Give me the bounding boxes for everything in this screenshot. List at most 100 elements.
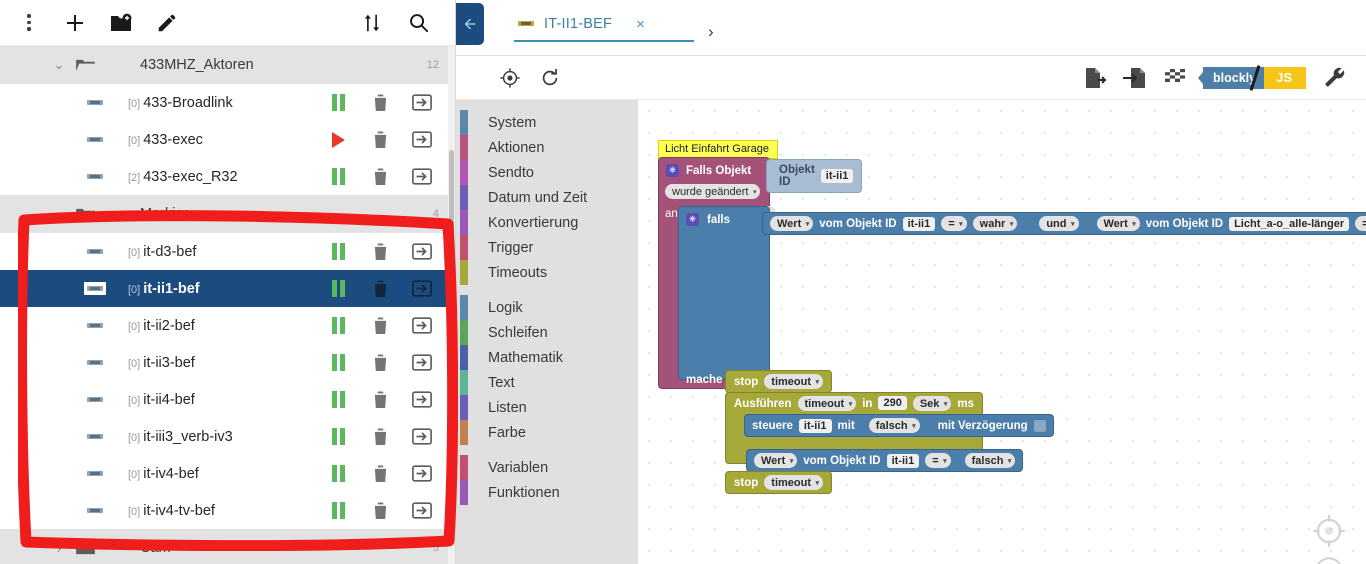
exec-value[interactable]: 290 — [878, 396, 907, 410]
delete-button[interactable] — [359, 271, 401, 307]
toolbox-category-aktionen[interactable]: Aktionen — [456, 135, 638, 160]
export-button[interactable] — [401, 122, 443, 158]
delete-button[interactable] — [359, 493, 401, 529]
trigger-mode-dropdown[interactable]: wurde geändert — [665, 184, 761, 199]
sort-button[interactable] — [349, 1, 395, 45]
block-object-id[interactable]: Objekt ID it-ii1 — [766, 159, 863, 193]
control-value-dropdown[interactable]: falsch — [868, 418, 920, 433]
block-stop-timeout-2[interactable]: stop timeout — [725, 471, 833, 494]
delete-button[interactable] — [359, 159, 401, 195]
close-icon[interactable]: × — [636, 16, 645, 33]
export-button[interactable] — [401, 382, 443, 418]
list-item[interactable]: [0] it-iv4-tv-bef — [0, 492, 455, 529]
settings-button[interactable] — [1314, 58, 1354, 98]
gear-icon[interactable]: ✷ — [666, 164, 679, 177]
delete-button[interactable] — [359, 382, 401, 418]
list-item[interactable]: [2] 433-exec_R32 — [0, 158, 455, 195]
center-blocks-button[interactable] — [490, 58, 530, 98]
pause-button[interactable] — [317, 345, 359, 381]
pause-button[interactable] — [317, 382, 359, 418]
cond1-objid[interactable]: it-ii1 — [902, 216, 936, 231]
pause-button[interactable] — [317, 419, 359, 455]
export-button[interactable] — [401, 85, 443, 121]
search-button[interactable] — [395, 1, 441, 45]
pause-button[interactable] — [317, 456, 359, 492]
export-button[interactable] — [401, 234, 443, 270]
toolbox-category-datum-und-zeit[interactable]: Datum und Zeit — [456, 185, 638, 210]
delete-button[interactable] — [359, 308, 401, 344]
block-condition-1[interactable]: Wert vom Objekt ID it-ii1 = wahr und Wer… — [762, 212, 1366, 235]
delete-button[interactable] — [359, 419, 401, 455]
cond3-value-dropdown[interactable]: Wert — [754, 453, 798, 468]
scrollbar-thumb[interactable] — [449, 150, 454, 374]
toolbox-category-konvertierung[interactable]: Konvertierung — [456, 210, 638, 235]
control-objid[interactable]: it-ii1 — [798, 418, 832, 433]
zoom-center-icon[interactable] — [1310, 512, 1348, 550]
list-item[interactable]: [0] 433-exec — [0, 121, 455, 158]
block-control-object[interactable]: steuere it-ii1 mit falsch mit Verzögerun… — [744, 414, 1054, 437]
block-if[interactable]: ✷ falls — [678, 206, 770, 380]
stop-timeout-dropdown-1[interactable]: timeout — [764, 374, 824, 389]
list-item[interactable]: [0] 433-Broadlink — [0, 84, 455, 121]
list-item[interactable]: [0] it-d3-bef — [0, 233, 455, 270]
blockly-workspace[interactable]: Licht Einfahrt Garage ✷ Falls Objekt wur… — [638, 100, 1366, 564]
more-options-button[interactable] — [6, 1, 52, 45]
exec-timeout-dropdown[interactable]: timeout — [797, 396, 857, 411]
list-item[interactable]: [0] it-ii2-bef — [0, 307, 455, 344]
export-button[interactable] — [401, 345, 443, 381]
pause-button[interactable] — [317, 159, 359, 195]
toolbox-category-mathematik[interactable]: Mathematik — [456, 345, 638, 370]
export-button[interactable] — [401, 493, 443, 529]
export-button[interactable] — [401, 456, 443, 492]
toolbox-category-trigger[interactable]: Trigger — [456, 235, 638, 260]
lang-js-label[interactable]: JS — [1264, 66, 1306, 89]
cond2-value-dropdown[interactable]: Wert — [1096, 216, 1140, 231]
chevron-down-icon[interactable]: ⌄ — [42, 57, 76, 73]
pause-button[interactable] — [317, 308, 359, 344]
pause-button[interactable] — [317, 234, 359, 270]
export-button[interactable] — [401, 271, 443, 307]
play-button[interactable] — [317, 122, 359, 158]
list-item[interactable]: [0] it-iv4-bef — [0, 455, 455, 492]
language-toggle[interactable]: blockly JS — [1198, 64, 1306, 91]
control-delay-checkbox[interactable] — [1033, 419, 1046, 432]
scrollbar-track[interactable] — [448, 46, 455, 564]
list-item[interactable]: [0] it-ii4-bef — [0, 381, 455, 418]
zoom-in-icon[interactable] — [1310, 552, 1348, 564]
block-condition-3[interactable]: Wert vom Objekt ID it-ii1 = falsch — [746, 449, 1024, 472]
edit-button[interactable] — [144, 1, 190, 45]
delete-button[interactable] — [359, 122, 401, 158]
delete-button[interactable] — [359, 456, 401, 492]
toolbox-category-variablen[interactable]: Variablen — [456, 455, 638, 480]
block-stop-timeout-1[interactable]: stop timeout — [725, 370, 833, 393]
folder-row-cam[interactable]: › Cam 5 — [0, 529, 455, 564]
pause-button[interactable] — [317, 85, 359, 121]
export-button[interactable] — [401, 308, 443, 344]
object-tree[interactable]: ⌄ 433MHZ_Aktoren 12 [0] 433-Broadlink [0… — [0, 46, 455, 564]
toolbox-category-text[interactable]: Text — [456, 370, 638, 395]
back-button[interactable] — [456, 3, 484, 45]
reload-button[interactable] — [530, 58, 570, 98]
cond1-compare[interactable]: wahr — [972, 216, 1018, 231]
delete-button[interactable] — [359, 345, 401, 381]
import-blocks-button[interactable] — [1115, 58, 1155, 98]
chevron-right-icon[interactable]: › — [42, 207, 76, 222]
folder-row-markise[interactable]: › Markise 4 — [0, 195, 455, 233]
add-object-button[interactable] — [52, 1, 98, 45]
gear-icon[interactable]: ✷ — [686, 213, 699, 226]
pause-button[interactable] — [317, 493, 359, 529]
export-button[interactable] — [401, 419, 443, 455]
checkpoint-button[interactable] — [1155, 58, 1195, 98]
cond2-objid[interactable]: Licht_a-o_alle-länger — [1229, 216, 1350, 231]
list-item-selected[interactable]: [0] it-ii1-bef — [0, 270, 455, 307]
pause-button[interactable] — [317, 271, 359, 307]
stop-timeout-dropdown-2[interactable]: timeout — [764, 475, 824, 490]
cond2-operator[interactable]: = — [1355, 216, 1366, 231]
toolbox-category-funktionen[interactable]: Funktionen — [456, 480, 638, 505]
toolbox-category-listen[interactable]: Listen — [456, 395, 638, 420]
cond1-value-dropdown[interactable]: Wert — [770, 216, 814, 231]
logic-operator[interactable]: und — [1039, 216, 1079, 231]
add-folder-button[interactable] — [98, 1, 144, 45]
list-item[interactable]: [0] it-iii3_verb-iv3 — [0, 418, 455, 455]
folder-row-433mhz-aktoren[interactable]: ⌄ 433MHZ_Aktoren 12 — [0, 46, 455, 84]
